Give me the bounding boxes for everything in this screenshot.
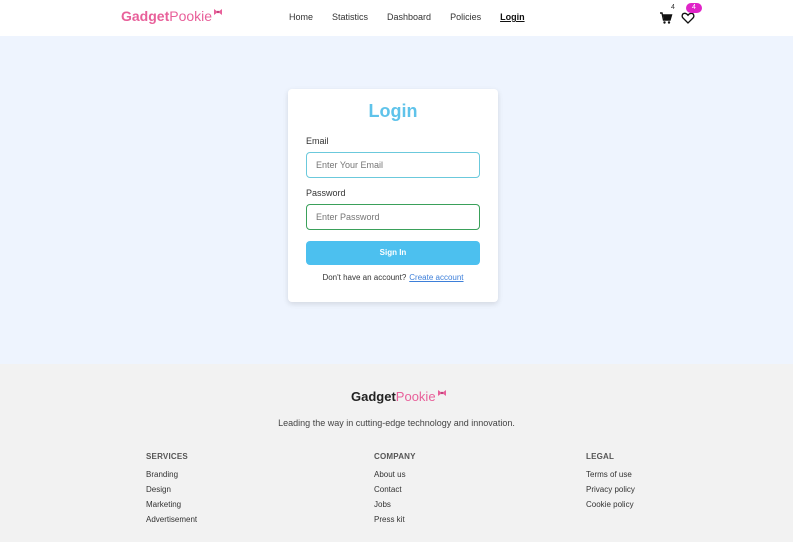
nav-link-login[interactable]: Login (500, 12, 525, 22)
footer-col-company: COMPANY About us Contact Jobs Press kit (374, 452, 416, 530)
create-account-link[interactable]: Create account (409, 273, 463, 282)
heart-icon[interactable] (681, 11, 695, 25)
footer-logo-suffix: Pookie (395, 389, 436, 404)
bow-icon (437, 390, 446, 396)
footer-col-legal: LEGAL Terms of use Privacy policy Cookie… (586, 452, 635, 515)
navbar: Gadget Pookie Home Statistics Dashboard P… (0, 0, 793, 36)
footer-link-privacy[interactable]: Privacy policy (586, 485, 635, 500)
no-account-text: Don't have an account? (322, 273, 407, 282)
footer-link-cookie[interactable]: Cookie policy (586, 500, 635, 515)
footer-heading: SERVICES (146, 452, 188, 461)
login-card: Login Email Password Sign In Don't have … (288, 89, 498, 302)
brand-logo[interactable]: Gadget Pookie (121, 8, 223, 24)
footer-link-marketing[interactable]: Marketing (146, 500, 197, 515)
cart-count: 4 (671, 4, 675, 11)
email-field[interactable] (306, 152, 480, 178)
nav-links: Home Statistics Dashboard Policies Login (289, 12, 544, 22)
footer-link-contact[interactable]: Contact (374, 485, 416, 500)
footer-link-branding[interactable]: Branding (146, 470, 197, 485)
sign-in-button[interactable]: Sign In (306, 241, 480, 265)
email-label: Email (306, 136, 329, 146)
footer: Gadget Pookie Leading the way in cutting-… (0, 364, 793, 542)
bow-icon (214, 9, 223, 15)
brand-prefix: Gadget (121, 8, 170, 24)
footer-tagline: Leading the way in cutting-edge technolo… (278, 418, 515, 428)
footer-link-press-kit[interactable]: Press kit (374, 515, 416, 530)
password-label: Password (306, 188, 346, 198)
login-section: Login Email Password Sign In Don't have … (0, 36, 793, 364)
nav-link-statistics[interactable]: Statistics (332, 12, 368, 22)
cart-icon[interactable] (659, 11, 673, 25)
footer-heading: COMPANY (374, 452, 416, 461)
nav-link-dashboard[interactable]: Dashboard (387, 12, 431, 22)
signup-prompt: Don't have an account? Create account (288, 273, 498, 282)
password-field[interactable] (306, 204, 480, 230)
brand-suffix: Pookie (169, 8, 213, 24)
login-title: Login (368, 101, 418, 121)
footer-logo-prefix: Gadget (351, 389, 396, 404)
footer-link-advertisement[interactable]: Advertisement (146, 515, 197, 530)
footer-link-terms[interactable]: Terms of use (586, 470, 635, 485)
footer-heading: LEGAL (586, 452, 615, 461)
footer-link-about[interactable]: About us (374, 470, 416, 485)
wishlist-count-badge: 4 (686, 3, 702, 13)
footer-logo[interactable]: Gadget Pookie (351, 389, 447, 404)
footer-col-services: SERVICES Branding Design Marketing Adver… (146, 452, 197, 530)
nav-link-policies[interactable]: Policies (450, 12, 481, 22)
footer-link-design[interactable]: Design (146, 485, 197, 500)
footer-link-jobs[interactable]: Jobs (374, 500, 416, 515)
nav-link-home[interactable]: Home (289, 12, 313, 22)
